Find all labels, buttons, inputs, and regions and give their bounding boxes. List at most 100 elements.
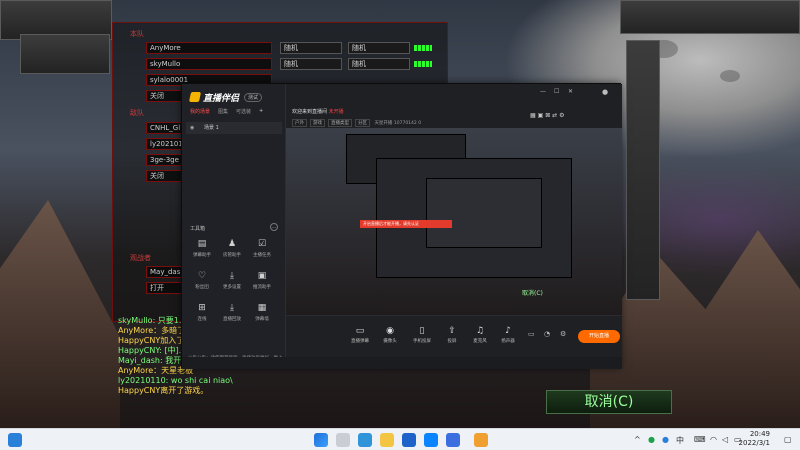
scene-label: 场景 1: [204, 125, 219, 131]
more-tools-icon[interactable]: …: [270, 223, 278, 231]
store-icon[interactable]: [424, 433, 438, 447]
app-header: ● — ☐ ✕ 欢迎来到直播间 未开播 ▦ ▣ ⊠ ⇄ ⚙ 户外 游戏 直播类型 分区…: [286, 84, 622, 128]
enemy-slot-closed[interactable]: 关闭: [146, 170, 186, 182]
preview-canvas: 开启直播后才能开播，请先认证 取消(C): [286, 128, 622, 315]
tool-item[interactable]: ▣ 推流助手: [248, 272, 276, 291]
gift-icon[interactable]: ▣: [538, 112, 544, 119]
stream-status: 未开播: [328, 109, 344, 115]
start-live-button[interactable]: 开始直播: [578, 330, 620, 343]
enemy-slot-2-name[interactable]: ly202101: [146, 138, 186, 150]
tool-icon: ▦: [257, 303, 267, 313]
volume-icon[interactable]: ◁: [722, 435, 728, 444]
avatar[interactable]: ●: [602, 88, 608, 96]
team-slot-2-race[interactable]: 随机: [280, 58, 342, 70]
source-button[interactable]: ♪ 扬声器: [494, 326, 522, 344]
tool-item[interactable]: ⊞ 连线: [188, 304, 216, 323]
streaming-app-window: 直播伴侣 测试 我的场景 图集 可选装 + ◉ 场景 1 工具箱 … ▤ 弹幕助手…: [181, 83, 622, 369]
team-slot-1-name[interactable]: AnyMore: [146, 42, 272, 54]
tool-item[interactable]: ♡ 粉丝团: [188, 271, 216, 291]
meta-chip[interactable]: 游戏: [310, 119, 325, 127]
tool-item[interactable]: ☑ 主播任务: [248, 240, 276, 259]
observer-slot-1-name[interactable]: May_dash: [146, 266, 186, 278]
clock[interactable]: 20:49 2022/3/1: [739, 430, 770, 448]
observer-section-title: 观战者: [130, 254, 151, 262]
edge-icon[interactable]: [358, 433, 372, 447]
chat-line: HappyCNY离开了游戏。: [118, 386, 209, 395]
timer-icon[interactable]: ◔: [544, 330, 550, 338]
wechat-icon[interactable]: ●: [648, 435, 655, 444]
app-icon[interactable]: [402, 433, 416, 447]
ready-indicator: [414, 45, 432, 51]
source-button[interactable]: ▭ 直播弹幕: [346, 326, 374, 344]
tool-label: 推流助手: [253, 285, 271, 290]
tool-icon: ♡: [197, 271, 207, 281]
notification-icon[interactable]: ▢: [784, 435, 792, 444]
logo-badge: 测试: [244, 92, 263, 102]
observer-slot-open[interactable]: 打开: [146, 282, 186, 294]
tool-icon: ⤓: [230, 303, 234, 313]
settings-icon[interactable]: ⚙: [559, 112, 564, 119]
source-label: 扬声器: [501, 339, 515, 344]
app-status-bar: [182, 357, 622, 369]
frame-right-pillar: [626, 40, 660, 300]
team-slot-2-color[interactable]: 随机: [348, 58, 410, 70]
keyboard-icon[interactable]: ⌨: [694, 435, 706, 444]
tool-label: 主播任务: [253, 253, 271, 258]
tool-item[interactable]: ▤ 弹幕助手: [188, 240, 216, 259]
add-scene-icon[interactable]: +: [259, 108, 263, 115]
grid-icon[interactable]: ▦: [530, 112, 536, 119]
source-label: 手机投屏: [413, 339, 431, 344]
stream-meta: 户外 游戏 直播类型 分区 天星开播 10770142 0: [292, 119, 421, 127]
team-section-title: 本队: [130, 30, 144, 38]
source-button[interactable]: ⇪ 投屏: [438, 326, 466, 344]
source-icon: ♫: [475, 326, 485, 336]
search-icon[interactable]: [336, 433, 350, 447]
cancel-button[interactable]: 取消(C): [546, 390, 672, 414]
tool-label: 更多设置: [223, 285, 241, 290]
wifi-icon[interactable]: ◠: [710, 435, 717, 444]
header-icons: ▦ ▣ ⊠ ⇄ ⚙: [530, 112, 564, 119]
enemy-slot-1-name[interactable]: CNHL_Gl: [146, 122, 186, 134]
team-slot-closed[interactable]: 关闭: [146, 90, 186, 102]
team-slot-1-race[interactable]: 随机: [280, 42, 342, 54]
meta-chip[interactable]: 直播类型: [328, 119, 352, 127]
toolbox-title: 工具箱: [190, 226, 206, 232]
streaming-app-taskbar-icon[interactable]: [474, 433, 488, 447]
start-icon[interactable]: [314, 433, 328, 447]
enemy-section-title: 敌队: [130, 109, 144, 117]
tray-chevron-icon[interactable]: ^: [634, 435, 641, 444]
tool-item[interactable]: ♟ 房管助手: [218, 240, 246, 259]
eye-icon[interactable]: ◉: [190, 122, 194, 134]
tool-item[interactable]: ⤓ 更多设置: [218, 272, 246, 291]
source-button[interactable]: ◉ 摄像头: [376, 326, 404, 344]
tab-optional[interactable]: 可选装: [236, 108, 251, 115]
meta-chip[interactable]: 分区: [355, 119, 370, 127]
widgets-icon[interactable]: [8, 433, 22, 447]
close-icon[interactable]: ✕: [568, 88, 573, 95]
tab-my-scenes[interactable]: 我的场景: [190, 108, 210, 115]
gear-icon[interactable]: ⚙: [560, 330, 566, 338]
camera-small-icon[interactable]: ▭: [528, 330, 535, 338]
team-slot-2-name[interactable]: skyMullo: [146, 58, 272, 70]
team-slot-1-color[interactable]: 随机: [348, 42, 410, 54]
file-explorer-icon[interactable]: [380, 433, 394, 447]
lock-icon[interactable]: ⊠: [545, 112, 550, 119]
minimize-icon[interactable]: —: [540, 88, 546, 95]
window-title: 欢迎来到直播间 未开播: [292, 108, 344, 115]
tab-gallery[interactable]: 图集: [218, 108, 228, 115]
preview-banner: 开启直播后才能开播，请先认证: [360, 220, 452, 228]
tool-label: 弹幕墙: [255, 317, 269, 322]
tool-item[interactable]: ⤓ 直播回放: [218, 303, 246, 323]
maximize-icon[interactable]: ☐: [554, 88, 559, 95]
scene-item[interactable]: ◉ 场景 1: [186, 122, 282, 134]
source-button[interactable]: ♫ 麦克风: [466, 326, 494, 344]
ime-indicator[interactable]: 中: [676, 435, 684, 446]
source-button[interactable]: ▯ 手机投屏: [408, 326, 436, 344]
share-icon[interactable]: ⇄: [552, 112, 557, 119]
enemy-slot-3-name[interactable]: 3ge-3ge: [146, 154, 186, 166]
meta-chip[interactable]: 户外: [292, 119, 307, 127]
browser-icon[interactable]: [446, 433, 460, 447]
tool-item[interactable]: ▦ 弹幕墙: [248, 303, 276, 323]
tray-app-icon[interactable]: ●: [662, 435, 669, 444]
source-label: 麦克风: [473, 339, 487, 344]
